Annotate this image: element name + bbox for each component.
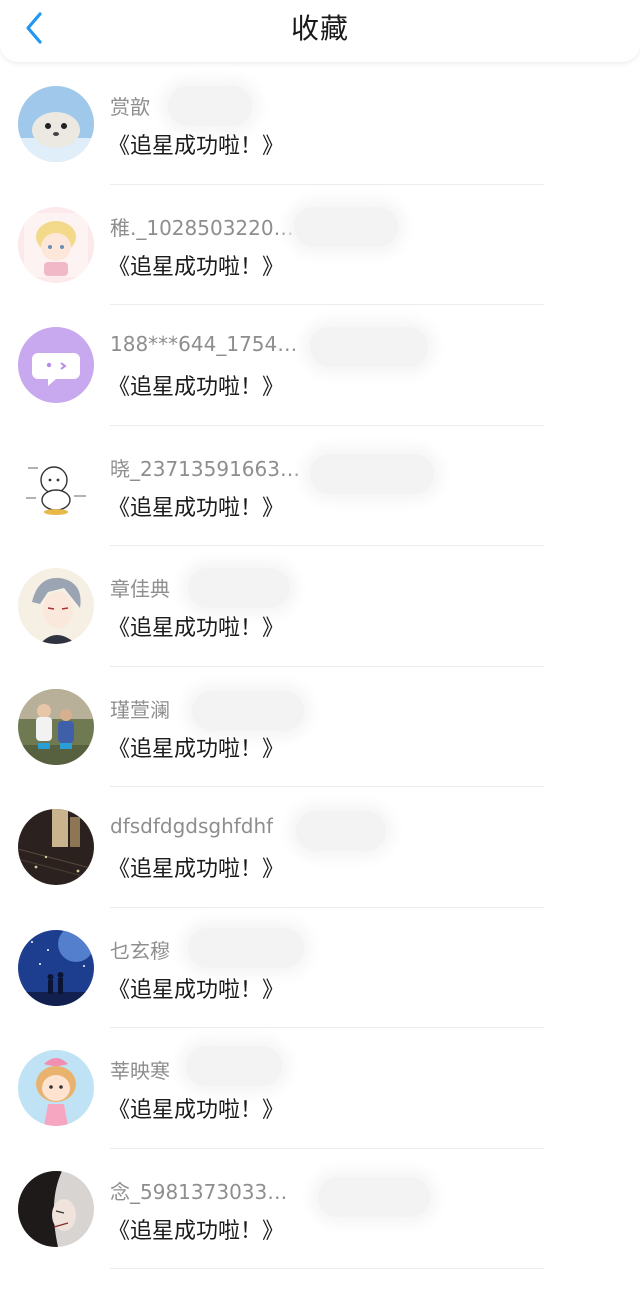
favorites-list: 赏歆 《追星成功啦！》 稚._1028503220… 《追星成功啦！》 188*… <box>0 64 640 1269</box>
username: 莘映寒 <box>110 1059 170 1083</box>
avatar[interactable] <box>18 688 94 765</box>
top-bar: 收藏 <box>0 0 640 62</box>
redaction <box>186 1046 282 1086</box>
avatar[interactable] <box>18 1050 94 1126</box>
seal-avatar <box>18 86 94 162</box>
message: 《追星成功啦！》 <box>108 616 285 641</box>
chat-bubble-avatar <box>18 327 94 403</box>
message: 《追星成功啦！》 <box>108 495 285 521</box>
night-sky-avatar <box>18 929 94 1006</box>
username: 188***644_1754… <box>110 332 298 356</box>
message: 《追星成功啦！》 <box>108 736 285 762</box>
redaction <box>296 811 386 851</box>
avatar[interactable] <box>18 1170 94 1247</box>
doodle-avatar <box>18 447 94 524</box>
list-item[interactable]: 稚._1028503220… 《追星成功啦！》 <box>0 185 640 305</box>
avatar[interactable] <box>18 327 94 403</box>
message: 《追星成功啦！》 <box>108 375 285 400</box>
list-item[interactable]: 晓_23713591663… 《追星成功啦！》 <box>0 426 640 546</box>
divider <box>110 1268 544 1269</box>
message: 《追星成功啦！》 <box>108 977 285 1003</box>
cartoon-girl-avatar <box>18 1050 94 1126</box>
avatar[interactable] <box>18 447 94 524</box>
redaction <box>188 927 304 968</box>
list-item[interactable]: 莘映寒 《追星成功啦！》 <box>0 1028 640 1149</box>
list-item[interactable]: 188***644_1754… 《追星成功啦！》 <box>0 305 640 426</box>
username: 稚._1028503220… <box>110 215 294 240</box>
avatar[interactable] <box>18 568 94 644</box>
username: 赏歆 <box>110 95 150 119</box>
avatar[interactable] <box>18 929 94 1006</box>
username: dfsdfdgdsghfdhf <box>110 814 274 838</box>
redaction <box>192 690 304 731</box>
message: 《追星成功啦！》 <box>108 857 285 882</box>
username: 晓_23713591663… <box>110 456 300 481</box>
list-item[interactable]: 乜玄穆 《追星成功啦！》 <box>0 908 640 1028</box>
username: 乜玄穆 <box>110 938 170 963</box>
redaction <box>188 568 290 608</box>
redaction <box>318 1176 430 1217</box>
redaction <box>310 327 428 367</box>
avatar[interactable] <box>18 809 94 885</box>
message: 《追星成功啦！》 <box>108 1098 285 1123</box>
list-item[interactable]: 瑾萱澜 《追星成功啦！》 <box>0 667 640 787</box>
username: 瑾萱澜 <box>110 697 170 722</box>
list-item[interactable]: 念_5981373033… 《追星成功啦！》 <box>0 1149 640 1269</box>
page-title: 收藏 <box>290 12 349 45</box>
avatar[interactable] <box>18 86 94 162</box>
dark-portrait-avatar <box>18 1170 94 1247</box>
anime-boy-avatar <box>18 206 94 283</box>
username: 章佳典 <box>110 577 170 601</box>
list-item[interactable]: 赏歆 《追星成功啦！》 <box>0 64 640 185</box>
username: 念_5981373033… <box>110 1179 288 1204</box>
list-item[interactable]: 章佳典 《追星成功啦！》 <box>0 546 640 667</box>
message: 《追星成功啦！》 <box>108 134 285 159</box>
dark-room-avatar <box>18 809 94 885</box>
list-item[interactable]: dfsdfdgdsghfdhf 《追星成功啦！》 <box>0 787 640 908</box>
redaction <box>168 86 252 126</box>
kids-photo-avatar <box>18 688 94 765</box>
message: 《追星成功啦！》 <box>108 254 285 280</box>
redaction <box>310 453 434 494</box>
redaction <box>294 206 398 247</box>
anime-man-avatar <box>18 568 94 644</box>
avatar[interactable] <box>18 206 94 283</box>
message: 《追星成功啦！》 <box>108 1218 285 1244</box>
